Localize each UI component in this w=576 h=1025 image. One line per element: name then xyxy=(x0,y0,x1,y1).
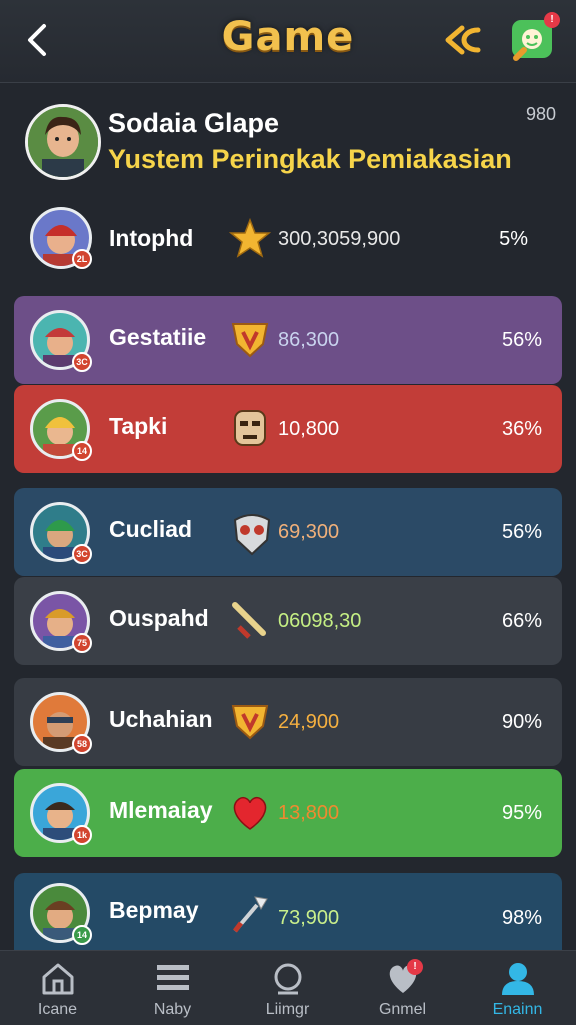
player-percent: 56% xyxy=(501,521,542,543)
player-name: Uchahian xyxy=(109,706,213,732)
leaderboard-row[interactable]: 2L Intophd 300,3059,900 5% xyxy=(14,207,548,269)
leaderboard-row[interactable]: 14 Tapki 10,800 36% xyxy=(14,385,562,473)
nav-label: Liimgr xyxy=(265,1001,310,1018)
nav-item-home[interactable]: Icane xyxy=(0,951,115,1025)
page-title: Game xyxy=(221,14,355,60)
level-badge: 1k xyxy=(72,825,92,845)
level-badge: 58 xyxy=(72,734,92,754)
nav-label: Naby xyxy=(153,1001,192,1018)
player-name: Intophd xyxy=(109,225,194,251)
player-percent: 66% xyxy=(501,610,542,632)
nav-label: Enainn xyxy=(492,1001,543,1018)
player-name: Bepmay xyxy=(109,897,199,923)
star-icon xyxy=(228,217,272,259)
share-icon xyxy=(445,25,481,55)
player-points: 13,800 xyxy=(278,802,340,824)
player-name: Tapki xyxy=(109,413,168,439)
home-icon xyxy=(42,963,74,995)
player-percent: 36% xyxy=(501,418,542,440)
sword-icon xyxy=(229,599,271,641)
player-name: Ouspahd xyxy=(109,605,209,631)
leaderboard-row[interactable]: 14 Bepmay 73,900 98% xyxy=(14,873,562,950)
profile-score: 980 xyxy=(525,104,556,124)
profile-name: Sodaia Glape xyxy=(108,108,280,138)
player-points: 86,300 xyxy=(278,329,340,351)
top-bar: Game ! xyxy=(0,0,576,83)
nav-label: Icane xyxy=(37,1001,78,1018)
leaderboard-row[interactable]: 1k Mlemaiay 13,800 95% xyxy=(14,769,562,857)
level-badge: 14 xyxy=(72,441,92,461)
nav-item-list[interactable]: Naby xyxy=(115,951,230,1025)
nav-label: Gnmel xyxy=(378,1001,427,1018)
leaderboard-row[interactable]: 3C Cucliad 69,300 56% xyxy=(14,488,562,576)
player-percent: 5% xyxy=(499,228,528,250)
player-points: 300,3059,900 xyxy=(278,228,401,250)
list-icon xyxy=(157,965,189,990)
nav-item-user[interactable]: Enainn xyxy=(460,951,575,1025)
chat-button[interactable]: ! xyxy=(510,12,560,62)
player-points: 10,800 xyxy=(278,418,340,440)
avatar-image xyxy=(28,107,98,177)
player-percent: 95% xyxy=(501,802,542,824)
player-points: 24,900 xyxy=(278,711,340,733)
shield-icon xyxy=(229,318,271,360)
player-name: Mlemaiay xyxy=(109,797,213,823)
nav-item-profile[interactable]: Liimgr xyxy=(230,951,345,1025)
leaderboard-row[interactable]: 75 Ouspahd 06098,30 66% xyxy=(14,577,562,665)
level-badge: 14 xyxy=(72,925,92,945)
leaderboard-row[interactable]: 58 Uchahian 24,900 90% xyxy=(14,678,562,766)
profile-icon xyxy=(274,963,302,995)
spear-icon xyxy=(229,893,271,935)
user-icon xyxy=(502,963,534,995)
player-name: Gestatiie xyxy=(109,324,207,350)
heart-icon xyxy=(229,791,271,833)
player-points: 06098,30 xyxy=(278,610,362,632)
player-name: Cucliad xyxy=(109,516,193,542)
level-badge: 2L xyxy=(72,249,92,269)
player-points: 69,300 xyxy=(278,521,340,543)
player-percent: 98% xyxy=(501,907,542,929)
profile-avatar[interactable] xyxy=(25,104,101,180)
mask-icon xyxy=(229,407,271,449)
nav-item-favorites[interactable]: ! Gnmel xyxy=(345,951,460,1025)
player-points: 73,900 xyxy=(278,907,340,929)
leaderboard-row[interactable]: 3C Gestatiie 86,300 56% xyxy=(14,296,562,384)
shield-icon xyxy=(229,700,271,742)
notification-badge: ! xyxy=(544,12,560,28)
level-badge: 3C xyxy=(72,352,92,372)
level-badge: 75 xyxy=(72,633,92,653)
bottom-nav: Icane Naby Liimgr ! Gnmel Enainn xyxy=(0,950,576,1025)
player-percent: 90% xyxy=(501,711,542,733)
profile-card: Sodaia Glape Yustem Peringkak Pemiakasia… xyxy=(0,82,576,200)
share-button[interactable] xyxy=(440,20,484,60)
player-percent: 56% xyxy=(501,329,542,351)
helmet-icon xyxy=(229,510,271,556)
profile-subtitle: Yustem Peringkak Pemiakasian xyxy=(108,144,512,174)
level-badge: 3C xyxy=(72,544,92,564)
nav-badge: ! xyxy=(407,959,423,975)
